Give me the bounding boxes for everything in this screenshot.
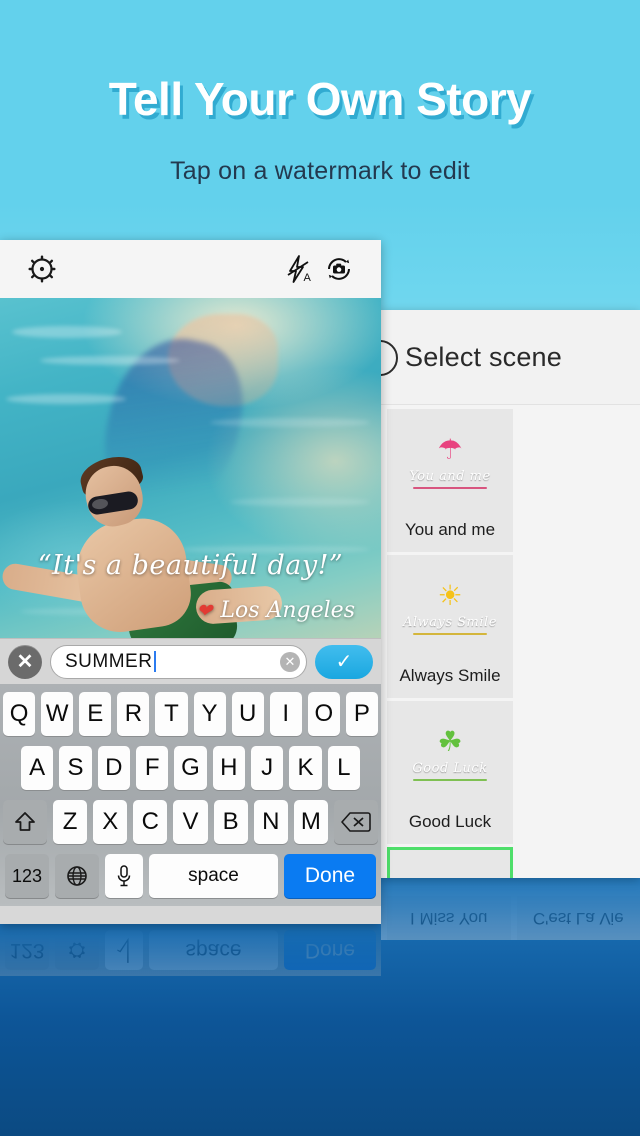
- key-w[interactable]: W: [41, 692, 74, 736]
- back-circle-icon[interactable]: [381, 340, 398, 376]
- key-x[interactable]: X: [93, 800, 128, 844]
- headline-block: Tell Your Own Story: [0, 72, 640, 126]
- keyboard-row-2: ASDFGHJKL: [3, 746, 378, 790]
- scene-thumbnail: ☀ Always Smile: [387, 555, 513, 654]
- confirm-button[interactable]: ✓: [315, 644, 373, 679]
- key-l[interactable]: L: [327, 746, 360, 790]
- scene-panel-title: Select scene: [405, 341, 562, 372]
- scene-glyph-icon: ☀: [437, 579, 463, 611]
- key-z[interactable]: Z: [53, 800, 88, 844]
- key-v[interactable]: V: [173, 800, 208, 844]
- key-m[interactable]: M: [293, 800, 328, 844]
- key-i[interactable]: I: [269, 692, 302, 736]
- key-a[interactable]: A: [21, 746, 54, 790]
- reflection-keyboard-row: 123 ⛭ ⎷ space Done: [0, 924, 381, 976]
- scene-underline: [413, 632, 487, 635]
- key-t[interactable]: T: [155, 692, 188, 736]
- key-j[interactable]: J: [250, 746, 284, 790]
- phone-reflection: 123 ⛭ ⎷ space Done: [0, 924, 381, 994]
- camera-screen: A “It's a beautiful day!” ❤ Los Angeles …: [0, 240, 381, 924]
- microphone-icon[interactable]: [105, 854, 143, 898]
- heart-icon: ❤: [196, 599, 213, 622]
- page-subtitle: Tap on a watermark to edit: [170, 157, 470, 185]
- scene-label: Always Smile: [399, 666, 501, 685]
- key-r[interactable]: R: [117, 692, 150, 736]
- camera-flip-icon[interactable]: [319, 249, 359, 289]
- reflection-key-numbers: 123: [5, 930, 49, 970]
- key-p[interactable]: P: [345, 692, 378, 736]
- key-u[interactable]: U: [231, 692, 264, 736]
- reflection-scene-label: C'est La Vie: [516, 896, 640, 940]
- scene-underline: [413, 778, 487, 781]
- key-done[interactable]: Done: [284, 854, 376, 898]
- scene-label: You and me: [404, 520, 496, 539]
- scene-script-text: You and me: [409, 468, 491, 484]
- key-s[interactable]: S: [59, 746, 92, 790]
- key-backspace[interactable]: [333, 800, 378, 844]
- key-e[interactable]: E: [79, 692, 112, 736]
- scene-panel-header: Select scene: [381, 310, 640, 405]
- reflection-mic-icon: ⎷: [105, 930, 143, 970]
- keyboard-row-1: QWERTYUIOP: [3, 692, 378, 736]
- scene-thumbnail: ☂ You and me: [387, 409, 513, 508]
- watermark-location[interactable]: ❤ Los Angeles: [196, 598, 355, 623]
- scene-cell[interactable]: ☀ Always Smile Always Smile: [387, 555, 513, 698]
- scene-cell[interactable]: ♥Close to YouClose to You✓: [387, 847, 513, 878]
- reflection-globe-icon: ⛭: [55, 930, 99, 970]
- key-d[interactable]: D: [97, 746, 130, 790]
- input-value: SUMMER: [65, 650, 153, 672]
- watermark-text-input[interactable]: SUMMER ✕: [50, 644, 307, 679]
- select-scene-panel: Select scene ☂ You and me You and me ☀ Alway…: [381, 310, 640, 878]
- gear-icon[interactable]: [22, 249, 62, 289]
- reflection-scene-label: I Miss You: [387, 896, 511, 940]
- key-b[interactable]: B: [213, 800, 248, 844]
- key-shift[interactable]: [3, 800, 47, 844]
- page-title: Tell Your Own Story: [108, 73, 532, 125]
- text-input-bar: ✕ SUMMER ✕ ✓: [0, 638, 381, 684]
- scene-cell[interactable]: ☂ You and me You and me: [387, 409, 513, 552]
- reflection-key-done: Done: [284, 930, 376, 970]
- scene-grid: ☂ You and me You and me ☀ Always Smile Always…: [381, 405, 640, 878]
- scene-label: Good Luck: [408, 812, 492, 831]
- key-o[interactable]: O: [307, 692, 340, 736]
- key-k[interactable]: K: [289, 746, 322, 790]
- scene-script-text: Good Luck: [412, 760, 488, 776]
- text-caret: [154, 651, 157, 672]
- key-numbers[interactable]: 123: [5, 854, 49, 898]
- key-f[interactable]: F: [136, 746, 169, 790]
- reflection-scene-labels: I Miss You C'est La Vie: [381, 878, 640, 940]
- photo-preview[interactable]: “It's a beautiful day!” ❤ Los Angeles: [0, 298, 381, 638]
- key-space[interactable]: space: [149, 854, 278, 898]
- promo-screen: Tell Your Own Story Tap on a watermark t…: [0, 0, 640, 1136]
- key-q[interactable]: Q: [3, 692, 36, 736]
- clear-icon[interactable]: ✕: [280, 651, 300, 672]
- reflection-key-space: space: [149, 930, 278, 970]
- key-c[interactable]: C: [133, 800, 168, 844]
- camera-toolbar: A: [0, 240, 381, 298]
- scene-thumbnail: ♥Close to You: [390, 850, 510, 878]
- on-screen-keyboard: QWERTYUIOP ASDFGHJKL ZXCVBNM 123 space D…: [0, 684, 381, 906]
- scene-thumbnail: ☘ Good Luck: [387, 701, 513, 800]
- key-n[interactable]: N: [253, 800, 288, 844]
- key-h[interactable]: H: [212, 746, 245, 790]
- scene-glyph-icon: ☂: [437, 433, 463, 465]
- globe-icon[interactable]: [55, 854, 99, 898]
- watermark-quote[interactable]: “It's a beautiful day!”: [0, 550, 381, 581]
- keyboard-row-3: ZXCVBNM: [3, 800, 378, 844]
- key-y[interactable]: Y: [193, 692, 226, 736]
- scene-cell[interactable]: ☘ Good Luck Good Luck: [387, 701, 513, 844]
- scene-panel-reflection: I Miss You C'est La Vie: [381, 878, 640, 940]
- key-g[interactable]: G: [174, 746, 207, 790]
- svg-text:A: A: [304, 272, 312, 284]
- scene-glyph-icon: ☘: [437, 725, 463, 757]
- keyboard-row-4: 123 space Done: [3, 854, 378, 898]
- scene-glyph-icon: ♥: [442, 872, 459, 878]
- cancel-button[interactable]: ✕: [8, 644, 42, 679]
- scene-script-text: Always Smile: [403, 614, 497, 630]
- watermark-location-label: Los Angeles: [220, 598, 355, 623]
- flash-auto-icon[interactable]: A: [279, 249, 319, 289]
- scene-underline: [413, 486, 487, 489]
